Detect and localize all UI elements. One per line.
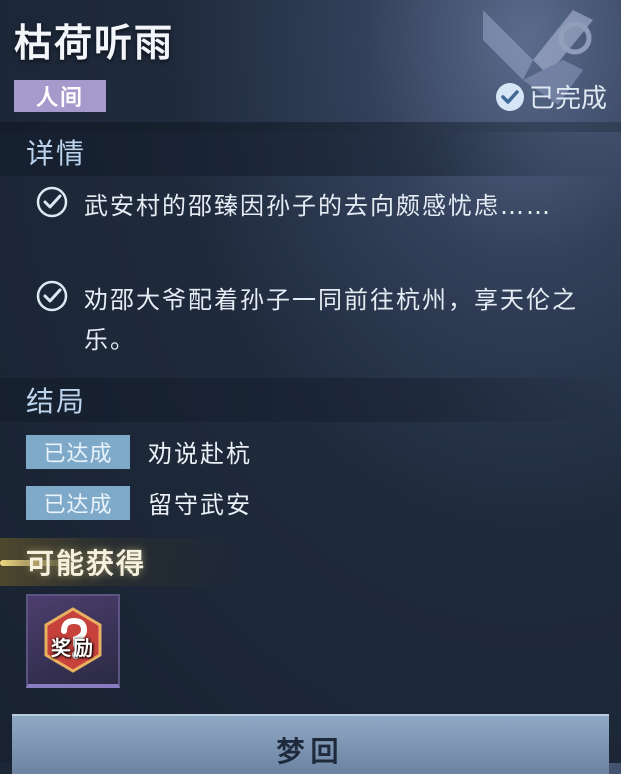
reward-label: 奖励 xyxy=(51,636,95,660)
reward-item[interactable]: 奖励 xyxy=(26,594,120,688)
ending-row: 已达成 劝说赴杭 xyxy=(26,434,252,469)
realm-tag: 人间 xyxy=(14,80,106,112)
ending-text: 劝说赴杭 xyxy=(148,440,252,468)
check-circle-icon xyxy=(36,280,68,312)
achieved-badge: 已达成 xyxy=(26,485,130,520)
endings-heading: 结局 xyxy=(26,385,87,418)
details-heading-band xyxy=(0,132,621,176)
detail-text: 劝邵大爷配着孙子一同前往杭州，享天伦之乐。 xyxy=(84,286,578,354)
quest-title: 枯荷听雨 xyxy=(14,21,175,65)
status-label: 已完成 xyxy=(528,84,607,114)
header-divider xyxy=(0,122,621,132)
check-circle-icon xyxy=(495,82,524,111)
dream-return-button[interactable]: 梦回 xyxy=(12,714,609,774)
ending-text: 留守武安 xyxy=(148,491,252,519)
rewards-heading: 可能获得 xyxy=(26,547,147,580)
detail-item: 武安村的邵臻因孙子的去向颇感忧虑…… xyxy=(34,186,604,226)
ending-row: 已达成 留守武安 xyxy=(26,485,252,520)
check-circle-icon xyxy=(36,186,68,218)
detail-item: 劝邵大爷配着孙子一同前往杭州，享天伦之乐。 xyxy=(34,280,604,360)
achieved-badge: 已达成 xyxy=(26,434,130,469)
completion-status: 已完成 xyxy=(495,78,607,115)
details-heading: 详情 xyxy=(26,137,87,170)
endings-heading-band xyxy=(0,378,621,422)
detail-text: 武安村的邵臻因孙子的去向颇感忧虑…… xyxy=(84,192,552,220)
